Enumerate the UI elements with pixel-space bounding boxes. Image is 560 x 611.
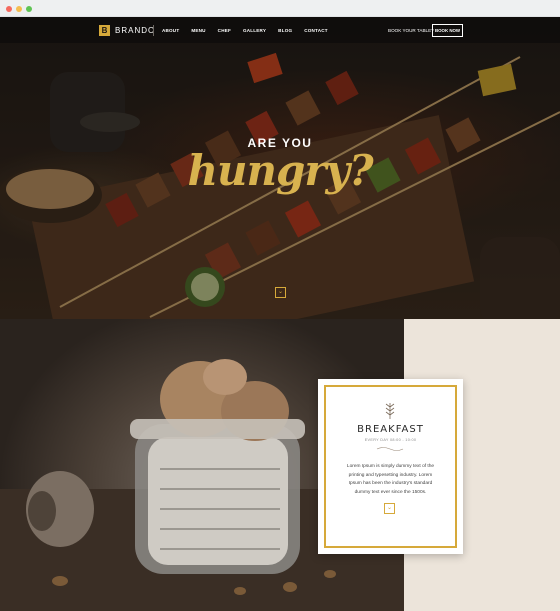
ornament-divider-icon: [376, 447, 404, 451]
close-window-dot[interactable]: [6, 6, 12, 12]
nav-link-menu[interactable]: MENU: [191, 26, 205, 35]
brand-logo-mark[interactable]: B: [99, 25, 110, 36]
book-table-link[interactable]: BOOK YOUR TABLE?: [388, 26, 434, 35]
brand-name[interactable]: BRANDO: [115, 25, 155, 36]
nav-link-blog[interactable]: BLOG: [278, 26, 292, 35]
nav-link-gallery[interactable]: GALLERY: [243, 26, 266, 35]
chevron-down-icon: ⌄: [387, 505, 393, 511]
browser-bar: [0, 0, 560, 17]
scroll-down-button[interactable]: ⌄: [275, 287, 286, 298]
hero-headline: hungry?: [187, 146, 373, 195]
book-now-button[interactable]: BOOK NOW: [432, 24, 463, 37]
nav-link-contact[interactable]: CONTACT: [304, 26, 328, 35]
main-menu: ABOUT MENU CHEF GALLERY BLOG CONTACT: [162, 26, 340, 35]
wheat-icon: [385, 403, 395, 419]
nav-link-chef[interactable]: CHEF: [218, 26, 231, 35]
top-navigation: B BRANDO ABOUT MENU CHEF GALLERY BLOG CO…: [0, 17, 560, 43]
nav-divider: [153, 25, 154, 36]
breakfast-card: BREAKFAST EVERY DAY 08:00 - 10:00 Lorem …: [318, 379, 463, 554]
minimize-window-dot[interactable]: [16, 6, 22, 12]
nav-link-about[interactable]: ABOUT: [162, 26, 179, 35]
card-description: Lorem Ipsum is simply dummy text of the …: [346, 464, 435, 495]
card-subtitle: EVERY DAY 08:00 - 10:00: [364, 438, 417, 442]
chevron-down-icon: ⌄: [278, 289, 284, 295]
maximize-window-dot[interactable]: [26, 6, 32, 12]
card-title: BREAKFAST: [357, 424, 424, 435]
card-more-button[interactable]: ⌄: [384, 503, 395, 514]
